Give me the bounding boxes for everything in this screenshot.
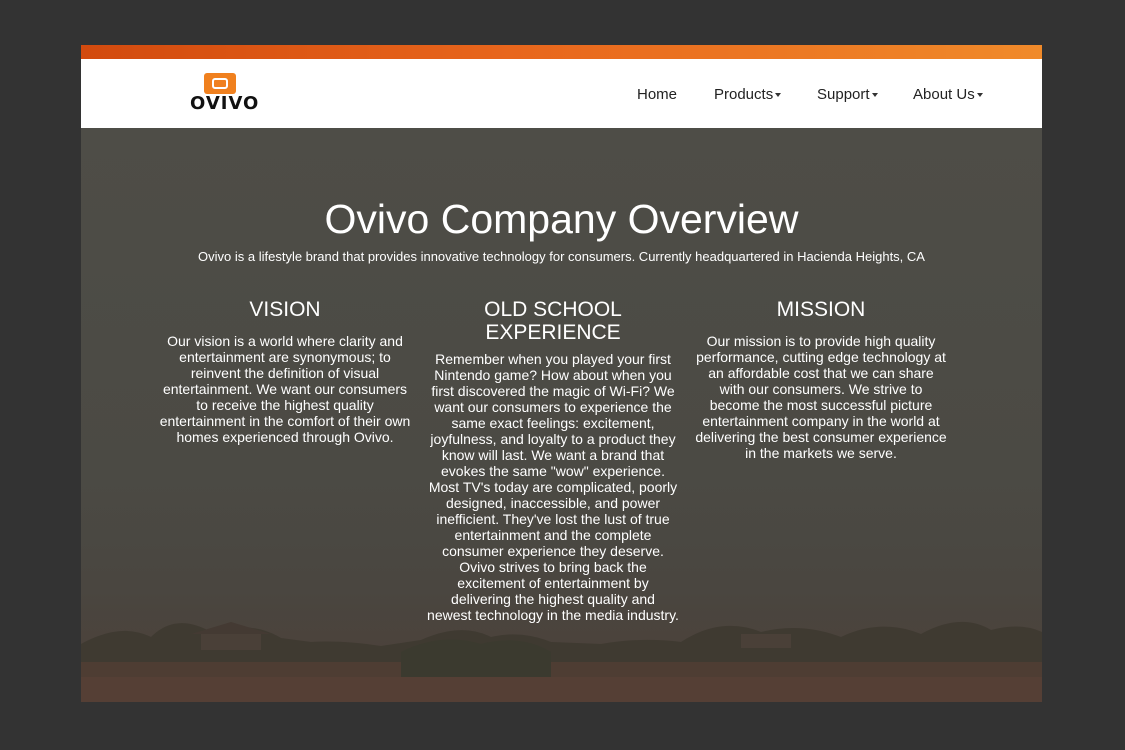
nav-home[interactable]: Home: [637, 86, 677, 103]
old-school-heading: OLD SCHOOL EXPERIENCE: [484, 298, 622, 344]
browser-page: OVIVO Home Products Support About Us Ovi…: [81, 45, 1042, 702]
nav-support[interactable]: Support: [817, 86, 878, 103]
accent-bar: [81, 45, 1042, 59]
nav-support-label: Support: [817, 86, 870, 103]
nav-about-us-label: About Us: [913, 86, 975, 103]
old-school-column: OLD SCHOOL EXPERIENCE Remember when you …: [427, 298, 679, 623]
vision-column: VISION Our vision is a world where clari…: [159, 298, 411, 445]
brand-logo[interactable]: OVIVO: [190, 73, 260, 115]
nav-products[interactable]: Products: [714, 86, 782, 103]
old-school-text: Remember when you played your first Nint…: [427, 351, 679, 623]
caret-down-icon: [775, 93, 782, 98]
mission-column: MISSION Our mission is to provide high q…: [695, 298, 947, 461]
page-subtitle: Ovivo is a lifestyle brand that provides…: [198, 249, 925, 264]
nav-products-label: Products: [714, 86, 774, 103]
ovivo-logo-icon: [204, 73, 236, 94]
page-title: Ovivo Company Overview: [324, 196, 799, 242]
caret-down-icon: [976, 93, 983, 98]
nav-home-label: Home: [637, 86, 678, 103]
caret-down-icon: [871, 93, 878, 98]
nav-about-us[interactable]: About Us: [913, 86, 983, 103]
vision-heading: VISION: [249, 298, 321, 321]
mission-heading: MISSION: [776, 298, 866, 321]
navbar: OVIVO Home Products Support About Us: [81, 59, 1042, 128]
vision-text: Our vision is a world where clarity and …: [159, 333, 411, 445]
mission-text: Our mission is to provide high quality p…: [695, 333, 947, 461]
logo-text: OVIVO: [190, 93, 260, 114]
hero-section: Ovivo Company Overview Ovivo is a lifest…: [81, 128, 1042, 702]
